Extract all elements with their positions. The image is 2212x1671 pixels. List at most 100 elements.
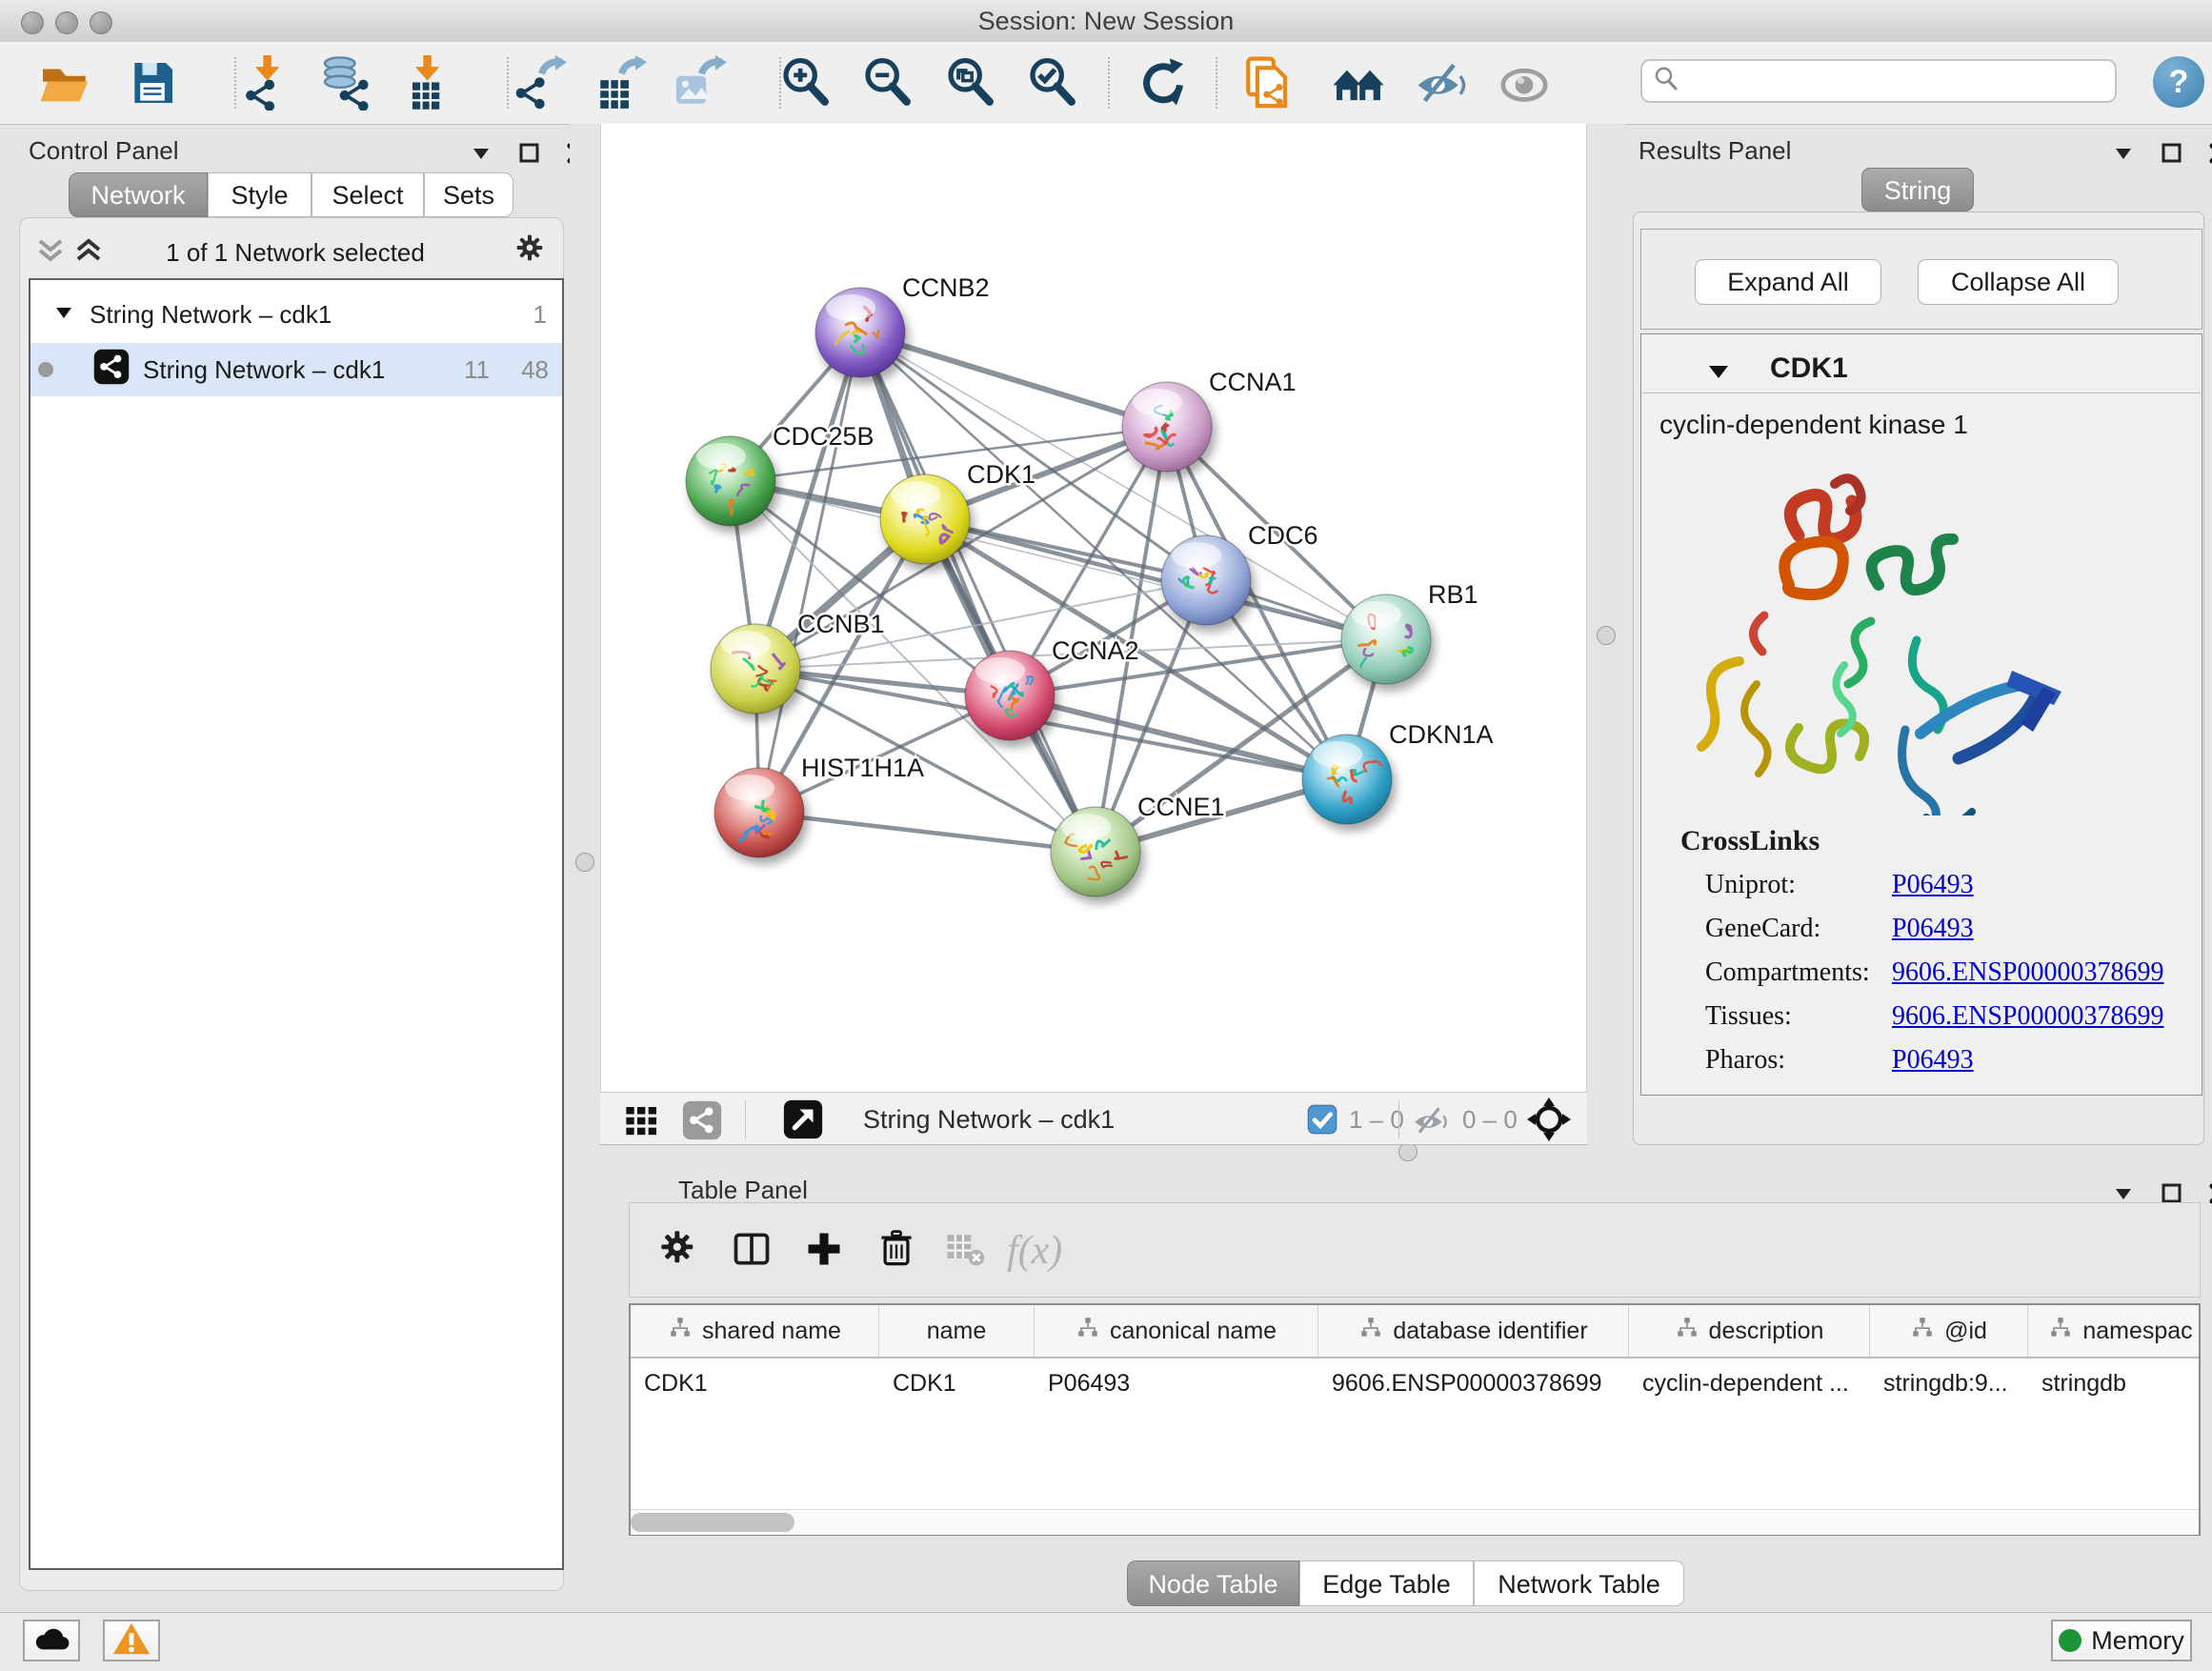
table-panel-close-icon[interactable] [2208,1182,2212,1210]
tab-network-table[interactable]: Network Table [1474,1560,1684,1606]
results-panel-collapse-caret-icon[interactable] [2111,141,2136,171]
import-table-button[interactable] [392,53,461,112]
string-home-button[interactable] [1324,53,1393,112]
tab-sets[interactable]: Sets [424,172,513,217]
selected-checkbox-icon[interactable] [1307,1104,1337,1139]
table-toolbar: f(x) [629,1202,2201,1298]
export-table-icon [592,55,647,111]
column-header-database-identifier[interactable]: database identifier [1318,1305,1629,1357]
gene-collapse-caret-icon[interactable] [1705,360,1732,388]
crosslink-link[interactable]: 9606.ENSP00000378699 [1892,957,2163,988]
edge-CCNB2-HIST1H1A[interactable] [759,332,860,813]
column-header--id[interactable]: @id [1870,1305,2028,1357]
tab-style[interactable]: Style [208,172,312,217]
export-network-button[interactable] [505,53,573,112]
collapse-all-button[interactable]: Collapse All [1918,259,2119,305]
import-network-database-button[interactable] [312,53,381,112]
right-splitter[interactable] [1587,124,1625,1145]
control-panel-collapse-caret-icon[interactable] [469,141,493,171]
memory-status-dot-icon [2059,1629,2081,1652]
network-options-gear-icon[interactable] [514,232,553,275]
bottom-splitter[interactable] [600,1145,2212,1157]
node-count: 11 [464,355,490,385]
crosslink-label: Tissues: [1705,1001,1892,1032]
crosslink-link[interactable]: P06493 [1892,870,1974,900]
memory-button[interactable]: Memory [2051,1620,2192,1661]
hide-panel-eye-button[interactable] [1406,53,1475,112]
copy-network-button[interactable] [1235,53,1303,112]
edge-CCNB2-CCNA1[interactable] [860,332,1167,427]
zoom-out-button[interactable] [854,53,922,112]
node-CCNA1[interactable]: CCNA1 [1122,368,1297,472]
tab-string[interactable]: String [1861,168,1974,211]
table-horizontal-scrollbar[interactable] [631,1509,2199,1535]
left-splitter[interactable] [570,124,600,1145]
crosslink-link[interactable]: 9606.ENSP00000378699 [1892,1001,2163,1032]
zoom-fit-button[interactable] [936,53,1005,112]
warning-button[interactable] [103,1620,160,1661]
cell: 9606.ENSP00000378699 [1318,1359,1629,1408]
node-table: shared namename canonical name database … [629,1303,2201,1536]
node-label-CDC25B: CDC25B [773,422,875,451]
network-tree-row[interactable]: String Network – cdk1 11 48 [30,343,562,396]
right-splitter-knob[interactable] [1597,626,1616,645]
split-columns-icon[interactable] [731,1228,773,1275]
add-column-icon[interactable] [803,1228,845,1275]
edge-HIST1H1A-CCNE1[interactable] [759,813,1096,852]
help-button[interactable]: ? [2153,56,2204,108]
network-canvas[interactable]: CCNB2 CCNA1 CDC25B CDK1 CDC6 RB1 CCNB1 [600,124,1587,1092]
scrollbar-thumb[interactable] [631,1513,794,1532]
bottom-splitter-knob[interactable] [1398,1142,1418,1161]
birdseye-crosshair-icon[interactable] [1526,1097,1572,1147]
crosslink-link[interactable]: P06493 [1892,914,1974,944]
zoom-selected-button[interactable] [1018,53,1087,112]
delete-icon[interactable] [875,1228,917,1275]
open-in-window-icon[interactable] [783,1099,823,1144]
export-table-button[interactable] [585,53,654,112]
tab-node-table[interactable]: Node Table [1127,1560,1299,1606]
warning-icon [111,1621,151,1661]
crosslink-link[interactable]: P06493 [1892,1045,1974,1076]
cell: stringdb:9... [1870,1359,2028,1408]
gene-symbol: CDK1 [1770,352,1848,385]
save-session-button[interactable] [118,53,187,112]
tab-edge-table[interactable]: Edge Table [1299,1560,1474,1606]
network-tree-row[interactable]: String Network – cdk1 1 [30,288,562,341]
node-HIST1H1A[interactable]: HIST1H1A [714,754,924,857]
zoom-in-button[interactable] [772,53,840,112]
tree-expand-caret-icon[interactable] [53,300,74,330]
node-CCNB1[interactable]: CCNB1 [711,610,885,714]
show-panel-eye-button[interactable] [1490,53,1558,112]
expand-all-button[interactable]: Expand All [1695,259,1881,305]
column-header-name[interactable]: name [879,1305,1035,1357]
hidden-count: 0 – 0 [1462,1105,1518,1135]
node-CDKN1A[interactable]: CDKN1A [1302,720,1494,824]
column-header-description[interactable]: description [1629,1305,1870,1357]
grid-view-icon[interactable] [623,1102,661,1145]
network-label: String Network – cdk1 [143,355,385,385]
control-panel-float-icon[interactable] [518,142,541,170]
open-file-button[interactable] [30,53,99,112]
node-RB1[interactable]: RB1 [1341,580,1478,684]
left-splitter-knob[interactable] [575,853,594,872]
import-network-file-button[interactable] [232,53,301,112]
string-home-icon [1330,55,1387,111]
table-row[interactable]: CDK1CDK1P064939606.ENSP00000378699cyclin… [631,1359,2199,1408]
column-header-namespac[interactable]: namespac [2028,1305,2212,1357]
column-label: namespac [2082,1318,2192,1345]
tab-network[interactable]: Network [69,172,208,217]
cloud-button[interactable] [23,1620,80,1661]
results-panel-float-icon[interactable] [2161,142,2183,170]
tab-select[interactable]: Select [312,172,424,217]
gear-icon[interactable] [658,1228,700,1275]
cell: P06493 [1035,1359,1318,1408]
column-header-shared-name[interactable]: shared name [631,1305,879,1357]
refresh-view-button[interactable] [1129,53,1197,112]
export-image-button[interactable] [665,53,734,112]
network-view-toolbar: String Network – cdk1 1 – 0 0 – 0 [600,1092,1587,1145]
search-input[interactable] [1680,66,2105,97]
results-panel-close-icon[interactable] [2208,142,2212,170]
search-box[interactable] [1640,59,2117,103]
share-network-icon[interactable] [682,1100,722,1145]
column-header-canonical-name[interactable]: canonical name [1035,1305,1318,1357]
